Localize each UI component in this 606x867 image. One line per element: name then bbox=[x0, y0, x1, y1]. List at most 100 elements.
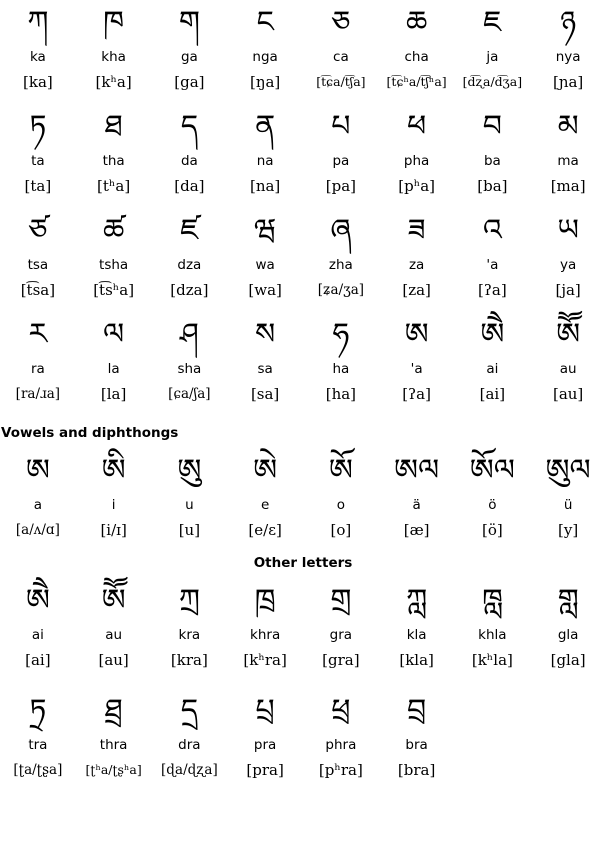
ipa-transcription bbox=[455, 756, 531, 784]
letter-cell-empty bbox=[455, 688, 531, 784]
ipa-transcription: [t͡sʰa] bbox=[93, 281, 135, 299]
letter-cell: འ 'a [ʔa] bbox=[455, 208, 531, 304]
transliteration: tra bbox=[28, 737, 48, 753]
letter-cell: ཉ nya [ɲa] bbox=[530, 0, 606, 96]
transliteration: ai bbox=[486, 361, 499, 377]
letter-cell: ཞ zha [ʑa/ʒa] bbox=[303, 208, 379, 304]
transliteration: sha bbox=[177, 361, 202, 377]
ipa-transcription: [kʰra] bbox=[243, 651, 287, 669]
transliteration: thra bbox=[99, 737, 128, 753]
transliteration: ü bbox=[563, 497, 573, 513]
tibetan-glyph: ཁྲ bbox=[254, 583, 276, 618]
tibetan-glyph: ཕྲ bbox=[331, 693, 351, 728]
letter-cell: ཨཻ ai [ai] bbox=[0, 578, 76, 674]
ipa-transcription: [o] bbox=[330, 521, 352, 539]
consonant-row-3: ཙ tsa [t͡sa] ཚ tsha [t͡sʰa] ཛ dza [dza] … bbox=[0, 208, 606, 304]
section-other-letters: Other letters ཨཻ ai [ai] ཨཽ au [au] ཀྲ k… bbox=[0, 552, 606, 784]
transliteration: sa bbox=[257, 361, 273, 377]
ipa-transcription: [a/ʌ/ɑ] bbox=[15, 522, 60, 538]
letter-cell: ཀླ kla [kla] bbox=[379, 578, 455, 674]
transliteration: ai bbox=[31, 627, 44, 643]
tibetan-glyph bbox=[455, 688, 531, 734]
transliteration: nya bbox=[555, 49, 581, 65]
letter-cell: ཨོ o [o] bbox=[303, 448, 379, 544]
letter-cell: ར ra [ra/ɹa] bbox=[0, 312, 76, 408]
transliteration: la bbox=[107, 361, 120, 377]
ipa-transcription: [pʰra] bbox=[318, 761, 363, 779]
transliteration: cha bbox=[404, 49, 429, 65]
transliteration: ka bbox=[29, 49, 46, 65]
tibetan-glyph: དྲ bbox=[180, 693, 199, 728]
tibetan-glyph bbox=[530, 688, 606, 734]
consonant-row-2: ཏ ta [ta] ཐ tha [tʰa] ད da [da] ན na [na… bbox=[0, 104, 606, 200]
letter-cell: ཁྲ khra [kʰra] bbox=[227, 578, 303, 674]
ipa-transcription: [pra] bbox=[246, 761, 284, 779]
transliteration: pra bbox=[253, 737, 277, 753]
transliteration: ä bbox=[412, 497, 421, 513]
ipa-transcription: [ʈa/ʈʂa] bbox=[13, 762, 63, 778]
letter-cell: ཀ ka [ka] bbox=[0, 0, 76, 96]
tibetan-glyph: བ bbox=[482, 109, 502, 144]
letter-cell: ཙ tsa [t͡sa] bbox=[0, 208, 76, 304]
transliteration bbox=[455, 734, 531, 756]
tibetan-glyph: གྲ bbox=[330, 583, 352, 618]
tibetan-glyph: ཛ bbox=[180, 213, 199, 248]
transliteration: wa bbox=[255, 257, 275, 273]
ipa-transcription: [ai] bbox=[479, 385, 506, 403]
row-spacer bbox=[0, 96, 606, 104]
transliteration: dra bbox=[178, 737, 201, 753]
ipa-transcription: [bra] bbox=[397, 761, 436, 779]
letter-cell: ཡ ya [ja] bbox=[530, 208, 606, 304]
transliteration: kla bbox=[406, 627, 427, 643]
tibetan-glyph: འ bbox=[482, 213, 502, 248]
letter-cell: པ pa [pa] bbox=[303, 104, 379, 200]
ipa-transcription: [ha] bbox=[325, 385, 357, 403]
ipa-transcription: [t͡sa] bbox=[20, 281, 56, 299]
tibetan-glyph: ཨཻ bbox=[25, 583, 50, 618]
transliteration: 'a bbox=[486, 257, 499, 273]
ipa-transcription: [sa] bbox=[250, 385, 280, 403]
tibetan-glyph: ཨོལ bbox=[469, 453, 515, 488]
section-consonants: ཀ ka [ka] ཁ kha [kʰa] ག ga [ga] ང nga [ŋ… bbox=[0, 0, 606, 408]
vowel-row-1: ཨ a [a/ʌ/ɑ] ཨི i [i/ɪ] ཨུ u [u] ཨེ e [e/… bbox=[0, 448, 606, 544]
ipa-transcription: [ga] bbox=[174, 73, 205, 91]
transliteration: kha bbox=[101, 49, 126, 65]
ipa-transcription: [pa] bbox=[325, 177, 356, 195]
transliteration: pha bbox=[403, 153, 430, 169]
letter-cell: གྲ gra [gra] bbox=[303, 578, 379, 674]
ipa-transcription: [pʰa] bbox=[398, 177, 435, 195]
letter-cell: ཨུལ ü [y] bbox=[530, 448, 606, 544]
ipa-transcription: [ʈʰa/ʈʂʰa] bbox=[85, 762, 142, 777]
consonant-row-1: ཀ ka [ka] ཁ kha [kʰa] ག ga [ga] ང nga [ŋ… bbox=[0, 0, 606, 96]
tibetan-glyph: ཁ bbox=[103, 5, 125, 40]
tibetan-glyph: ཀྲ bbox=[178, 583, 200, 618]
tibetan-glyph: ཨོ bbox=[328, 453, 353, 488]
tibetan-glyph: ཨེ bbox=[253, 453, 278, 488]
transliteration: ca bbox=[333, 49, 349, 65]
ipa-transcription: [wa] bbox=[248, 281, 282, 299]
letter-cell: ཅ ca [t͡ɕa/t͡ʃa] bbox=[303, 0, 379, 96]
letter-cell: ཇ ja [d͡ʐa/d͡ʒa] bbox=[455, 0, 531, 96]
ipa-transcription: [gra] bbox=[322, 651, 360, 669]
letter-cell: ཏྲ tra [ʈa/ʈʂa] bbox=[0, 688, 76, 784]
tibetan-glyph: ཏ bbox=[29, 109, 47, 144]
ipa-transcription: [æ] bbox=[403, 521, 430, 539]
letter-cell: ཨོལ ö [ö] bbox=[455, 448, 531, 544]
consonant-row-4: ར ra [ra/ɹa] ལ la [la] ཤ sha [ɕa/ʃa] ས s… bbox=[0, 312, 606, 408]
ipa-transcription: [ɲa] bbox=[552, 73, 584, 91]
tibetan-glyph: ཀ bbox=[27, 5, 49, 40]
transliteration: ba bbox=[483, 153, 501, 169]
letter-cell: ལ la [la] bbox=[76, 312, 152, 408]
row-spacer bbox=[0, 674, 606, 688]
letter-cell: གླ gla [gla] bbox=[530, 578, 606, 674]
ipa-transcription: [dza] bbox=[170, 281, 209, 299]
transliteration: na bbox=[256, 153, 274, 169]
tibetan-glyph: ཟ bbox=[407, 213, 426, 248]
tibetan-glyph: བྲ bbox=[407, 693, 427, 728]
letter-cell: པྲ pra [pra] bbox=[227, 688, 303, 784]
ipa-transcription: [gla] bbox=[550, 651, 586, 669]
ipa-transcription: [t͡ɕa/t͡ʃa] bbox=[316, 74, 366, 89]
tibetan-glyph: ཨཽ bbox=[556, 317, 581, 352]
ipa-transcription: [ja] bbox=[555, 281, 581, 299]
